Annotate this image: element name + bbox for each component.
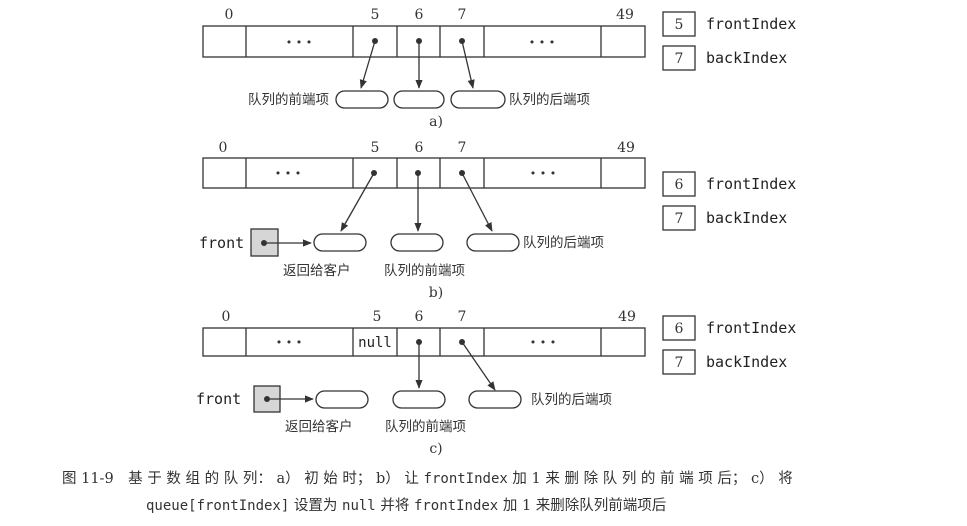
queue-entry — [466, 233, 520, 252]
svg-text:7: 7 — [675, 211, 684, 227]
null-cell-value: null — [358, 335, 392, 351]
figure-caption: 图 11-9 基 于 数 组 的 队 列： a） 初 始 时； b） 让 fro… — [62, 466, 952, 520]
index-label-0: 0 — [225, 7, 234, 23]
svg-text:frontIndex: frontIndex — [706, 319, 796, 337]
back-entry-note: 队列的后端项 — [531, 392, 612, 408]
svg-text:front: front — [199, 234, 244, 252]
index-label-7: 7 — [458, 309, 467, 325]
index-label-49: 49 — [618, 309, 636, 325]
panel-label: b) — [429, 285, 443, 301]
panel-c: 0 5 6 7 49 • • • • • • null front 队列的后端项… — [196, 309, 796, 457]
queue-entry — [450, 90, 506, 109]
front-entry-note: 队列的前端项 — [384, 262, 465, 279]
svg-text:frontIndex: frontIndex — [706, 15, 796, 33]
ellipsis: • • • — [276, 336, 302, 349]
index-label-0: 0 — [219, 140, 228, 156]
caption-line-2: queue[frontIndex] 设置为 null 并将 frontIndex… — [146, 498, 667, 514]
back-index-box: 7 backIndex — [662, 45, 787, 71]
index-label-5: 5 — [371, 140, 380, 156]
index-label-49: 49 — [616, 7, 634, 23]
svg-text:backIndex: backIndex — [706, 353, 787, 371]
queue-entry — [468, 390, 522, 409]
queue-entries — [335, 90, 506, 109]
ellipsis: • • • — [530, 167, 556, 180]
ellipsis: • • • — [530, 336, 556, 349]
front-entry-note: 队列的前端项 — [385, 418, 466, 435]
panel-label: a) — [429, 114, 443, 130]
index-label-6: 6 — [415, 140, 424, 156]
ellipsis: • • • — [286, 36, 312, 49]
back-entry-note: 队列的后端项 — [523, 235, 604, 251]
queue-entry — [392, 390, 446, 409]
queue-entry — [335, 90, 389, 109]
queue-array — [202, 327, 646, 357]
front-index-box: 6 frontIndex — [662, 171, 796, 197]
panel-b: 0 5 6 7 49 • • • • • • front 队列的后端项 返回给客… — [199, 140, 796, 301]
svg-text:backIndex: backIndex — [706, 49, 787, 67]
index-label-7: 7 — [458, 140, 467, 156]
back-entry-note: 队列的后端项 — [509, 92, 590, 108]
svg-text:backIndex: backIndex — [706, 209, 787, 227]
index-label-6: 6 — [415, 309, 424, 325]
svg-text:5: 5 — [675, 17, 684, 33]
front-variable-box: front — [196, 385, 314, 413]
back-index-box: 7 backIndex — [662, 349, 787, 375]
queue-array-diagram: 0 5 6 7 49 • • • • • • 队列的前端项 队列的后端项 a) … — [196, 7, 796, 457]
queue-entries — [315, 390, 522, 409]
back-index-box: 7 backIndex — [662, 205, 787, 231]
front-index-box: 6 frontIndex — [662, 315, 796, 341]
caption-line-1: 图 11-9 基 于 数 组 的 队 列： a） 初 始 时； b） 让 fro… — [62, 471, 793, 487]
front-variable-box: front — [199, 228, 312, 257]
panel-a: 0 5 6 7 49 • • • • • • 队列的前端项 队列的后端项 a) … — [202, 7, 796, 130]
reference-arrows — [359, 40, 475, 89]
queue-entry — [315, 390, 369, 409]
ellipsis: • • • — [529, 36, 555, 49]
front-index-box: 5 frontIndex — [662, 11, 796, 37]
svg-text:6: 6 — [675, 177, 684, 193]
svg-text:frontIndex: frontIndex — [706, 175, 796, 193]
returned-note: 返回给客户 — [285, 418, 353, 435]
svg-text:7: 7 — [675, 355, 684, 371]
queue-array — [202, 25, 646, 58]
index-label-6: 6 — [415, 7, 424, 23]
index-label-5: 5 — [373, 309, 382, 325]
svg-text:6: 6 — [675, 321, 684, 337]
index-label-7: 7 — [458, 7, 467, 23]
queue-entries — [313, 233, 520, 252]
queue-entry — [313, 233, 367, 252]
returned-note: 返回给客户 — [283, 262, 351, 279]
index-label-5: 5 — [371, 7, 380, 23]
index-label-0: 0 — [222, 309, 231, 325]
queue-entry — [390, 233, 444, 252]
front-entry-note: 队列的前端项 — [248, 91, 329, 108]
panel-label: c) — [429, 441, 442, 457]
index-label-49: 49 — [617, 140, 635, 156]
svg-text:front: front — [196, 390, 241, 408]
queue-array — [202, 157, 646, 189]
svg-text:7: 7 — [675, 51, 684, 67]
reference-arrows — [340, 172, 493, 232]
queue-entry — [393, 90, 445, 109]
ellipsis: • • • — [275, 167, 301, 180]
